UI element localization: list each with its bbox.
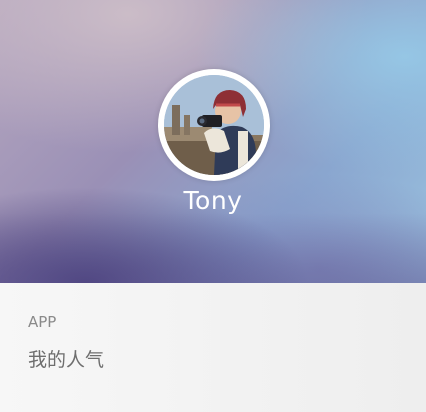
username: Tony [183, 186, 243, 215]
app-label: APP [28, 313, 57, 331]
info-panel: APP 我的人气 [0, 283, 426, 412]
profile-card: Tony APP 我的人气 [0, 0, 426, 412]
user-photo-icon [164, 75, 264, 175]
avatar-photo [164, 75, 264, 175]
avatar[interactable] [158, 69, 270, 181]
popularity-label[interactable]: 我的人气 [28, 345, 104, 372]
